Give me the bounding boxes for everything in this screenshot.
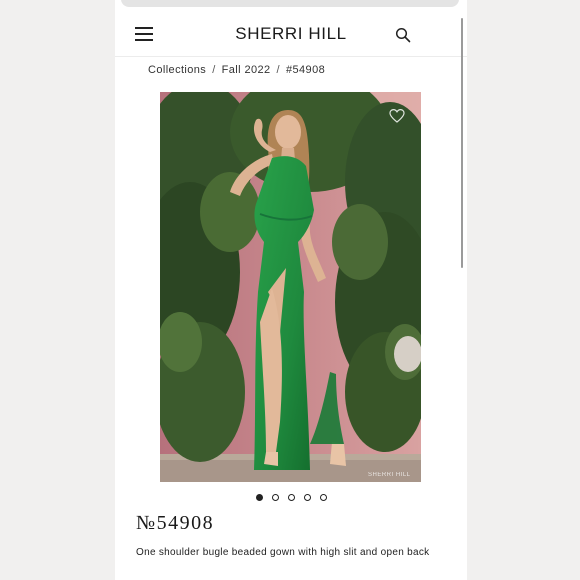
photo-watermark: SHERRI HILL	[368, 472, 411, 478]
carousel-dot-4[interactable]	[303, 494, 311, 501]
product-description: One shoulder bugle beaded gown with high…	[136, 547, 430, 558]
browser-url-bar[interactable]	[121, 0, 459, 7]
breadcrumb-fall-2022[interactable]: Fall 2022	[222, 64, 271, 76]
carousel-dots	[115, 494, 467, 501]
product-photo[interactable]: SHERRI HILL	[160, 92, 421, 482]
carousel-dot-1[interactable]	[255, 494, 263, 501]
scrollbar[interactable]	[461, 18, 463, 268]
breadcrumb-current: #54908	[286, 64, 326, 76]
breadcrumb-collections[interactable]: Collections	[148, 64, 206, 76]
brand-logo[interactable]: SHERRI HILL	[115, 24, 467, 44]
breadcrumb: Collections / Fall 2022 / #54908	[148, 64, 325, 76]
heart-icon[interactable]	[389, 108, 405, 124]
search-icon[interactable]	[395, 27, 411, 43]
carousel-dot-2[interactable]	[271, 494, 279, 501]
breadcrumb-separator: /	[212, 64, 216, 76]
site-header: SHERRI HILL	[115, 12, 467, 57]
carousel-dot-3[interactable]	[287, 494, 295, 501]
product-page: SHERRI HILL Collections / Fall 2022 / #54908	[115, 0, 467, 580]
carousel-dot-5[interactable]	[319, 494, 327, 501]
breadcrumb-separator: /	[276, 64, 280, 76]
style-number: №54908	[136, 512, 215, 534]
